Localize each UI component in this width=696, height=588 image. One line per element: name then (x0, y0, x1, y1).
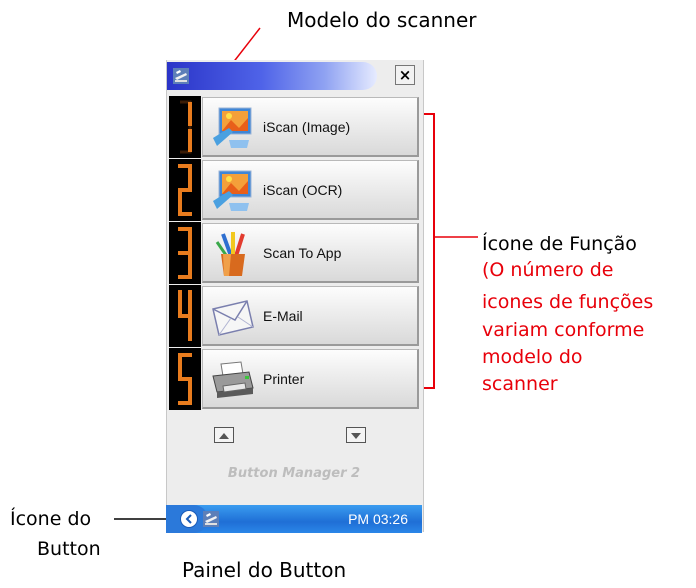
panel-caption: Painel do Button (182, 558, 347, 582)
show-hidden-icons-button[interactable] (180, 510, 198, 528)
chevron-left-icon (185, 514, 192, 524)
function-note-line-1: (O número de (482, 259, 614, 281)
taskbar-clock[interactable]: PM 03:26 (348, 505, 408, 533)
taskbar: PM 03:26 (166, 505, 422, 533)
printer-icon (212, 361, 254, 398)
digit-5-icon (169, 348, 201, 410)
e-mail-label: E-Mail (263, 308, 303, 324)
title-bar-gradient (167, 62, 377, 90)
printer-button[interactable]: Printer (202, 349, 419, 409)
digit-3-icon (169, 222, 201, 284)
triangle-up-icon (219, 433, 229, 439)
ocr-scan-icon (213, 170, 252, 211)
digit-4-icon (169, 285, 201, 347)
digit-2-icon (169, 159, 201, 221)
digit-1-icon (169, 96, 201, 158)
scroll-up-button[interactable] (214, 427, 234, 443)
scroll-down-button[interactable] (346, 427, 366, 443)
function-row-5: Printer (169, 348, 419, 410)
function-note-line-5: scanner (482, 373, 558, 395)
close-button[interactable]: × (395, 65, 415, 85)
function-row-2: iScan (OCR) (169, 159, 419, 221)
iscan-ocr-button[interactable]: iScan (OCR) (202, 160, 419, 220)
iscan-image-button[interactable]: iScan (Image) (202, 97, 419, 157)
iscan-ocr-label: iScan (OCR) (263, 182, 343, 198)
e-mail-button[interactable]: E-Mail (202, 286, 419, 346)
scan-to-app-button[interactable]: Scan To App (202, 223, 419, 283)
function-row-1: iScan (Image) (169, 96, 419, 158)
scanner-icon (173, 68, 189, 84)
function-row-3: Scan To App (169, 222, 419, 284)
scanner-model-label: Modelo do scanner (287, 8, 477, 32)
function-icon-label: Ícone de Função (482, 233, 637, 255)
paint-brushes-icon (215, 232, 245, 276)
button-icon-label-line-1: Ícone do (10, 508, 92, 530)
image-scan-icon (213, 107, 252, 148)
function-bracket (422, 113, 478, 389)
scan-to-app-label: Scan To App (263, 245, 342, 261)
printer-label: Printer (263, 371, 305, 387)
button-manager-tray-icon[interactable] (202, 510, 220, 528)
button-icon-label-line-2: Button (37, 538, 101, 560)
iscan-image-label: iScan (Image) (263, 119, 351, 135)
function-note-line-3: variam conforme (482, 319, 645, 341)
title-bar[interactable]: × (167, 62, 421, 90)
function-note-line-2: icones de funções (482, 291, 654, 313)
app-name-label: Button Manager 2 (227, 466, 361, 481)
triangle-down-icon (351, 433, 361, 439)
function-row-4: E-Mail (169, 285, 419, 347)
function-note-line-4: modelo do (482, 346, 583, 368)
envelope-icon (212, 300, 254, 336)
